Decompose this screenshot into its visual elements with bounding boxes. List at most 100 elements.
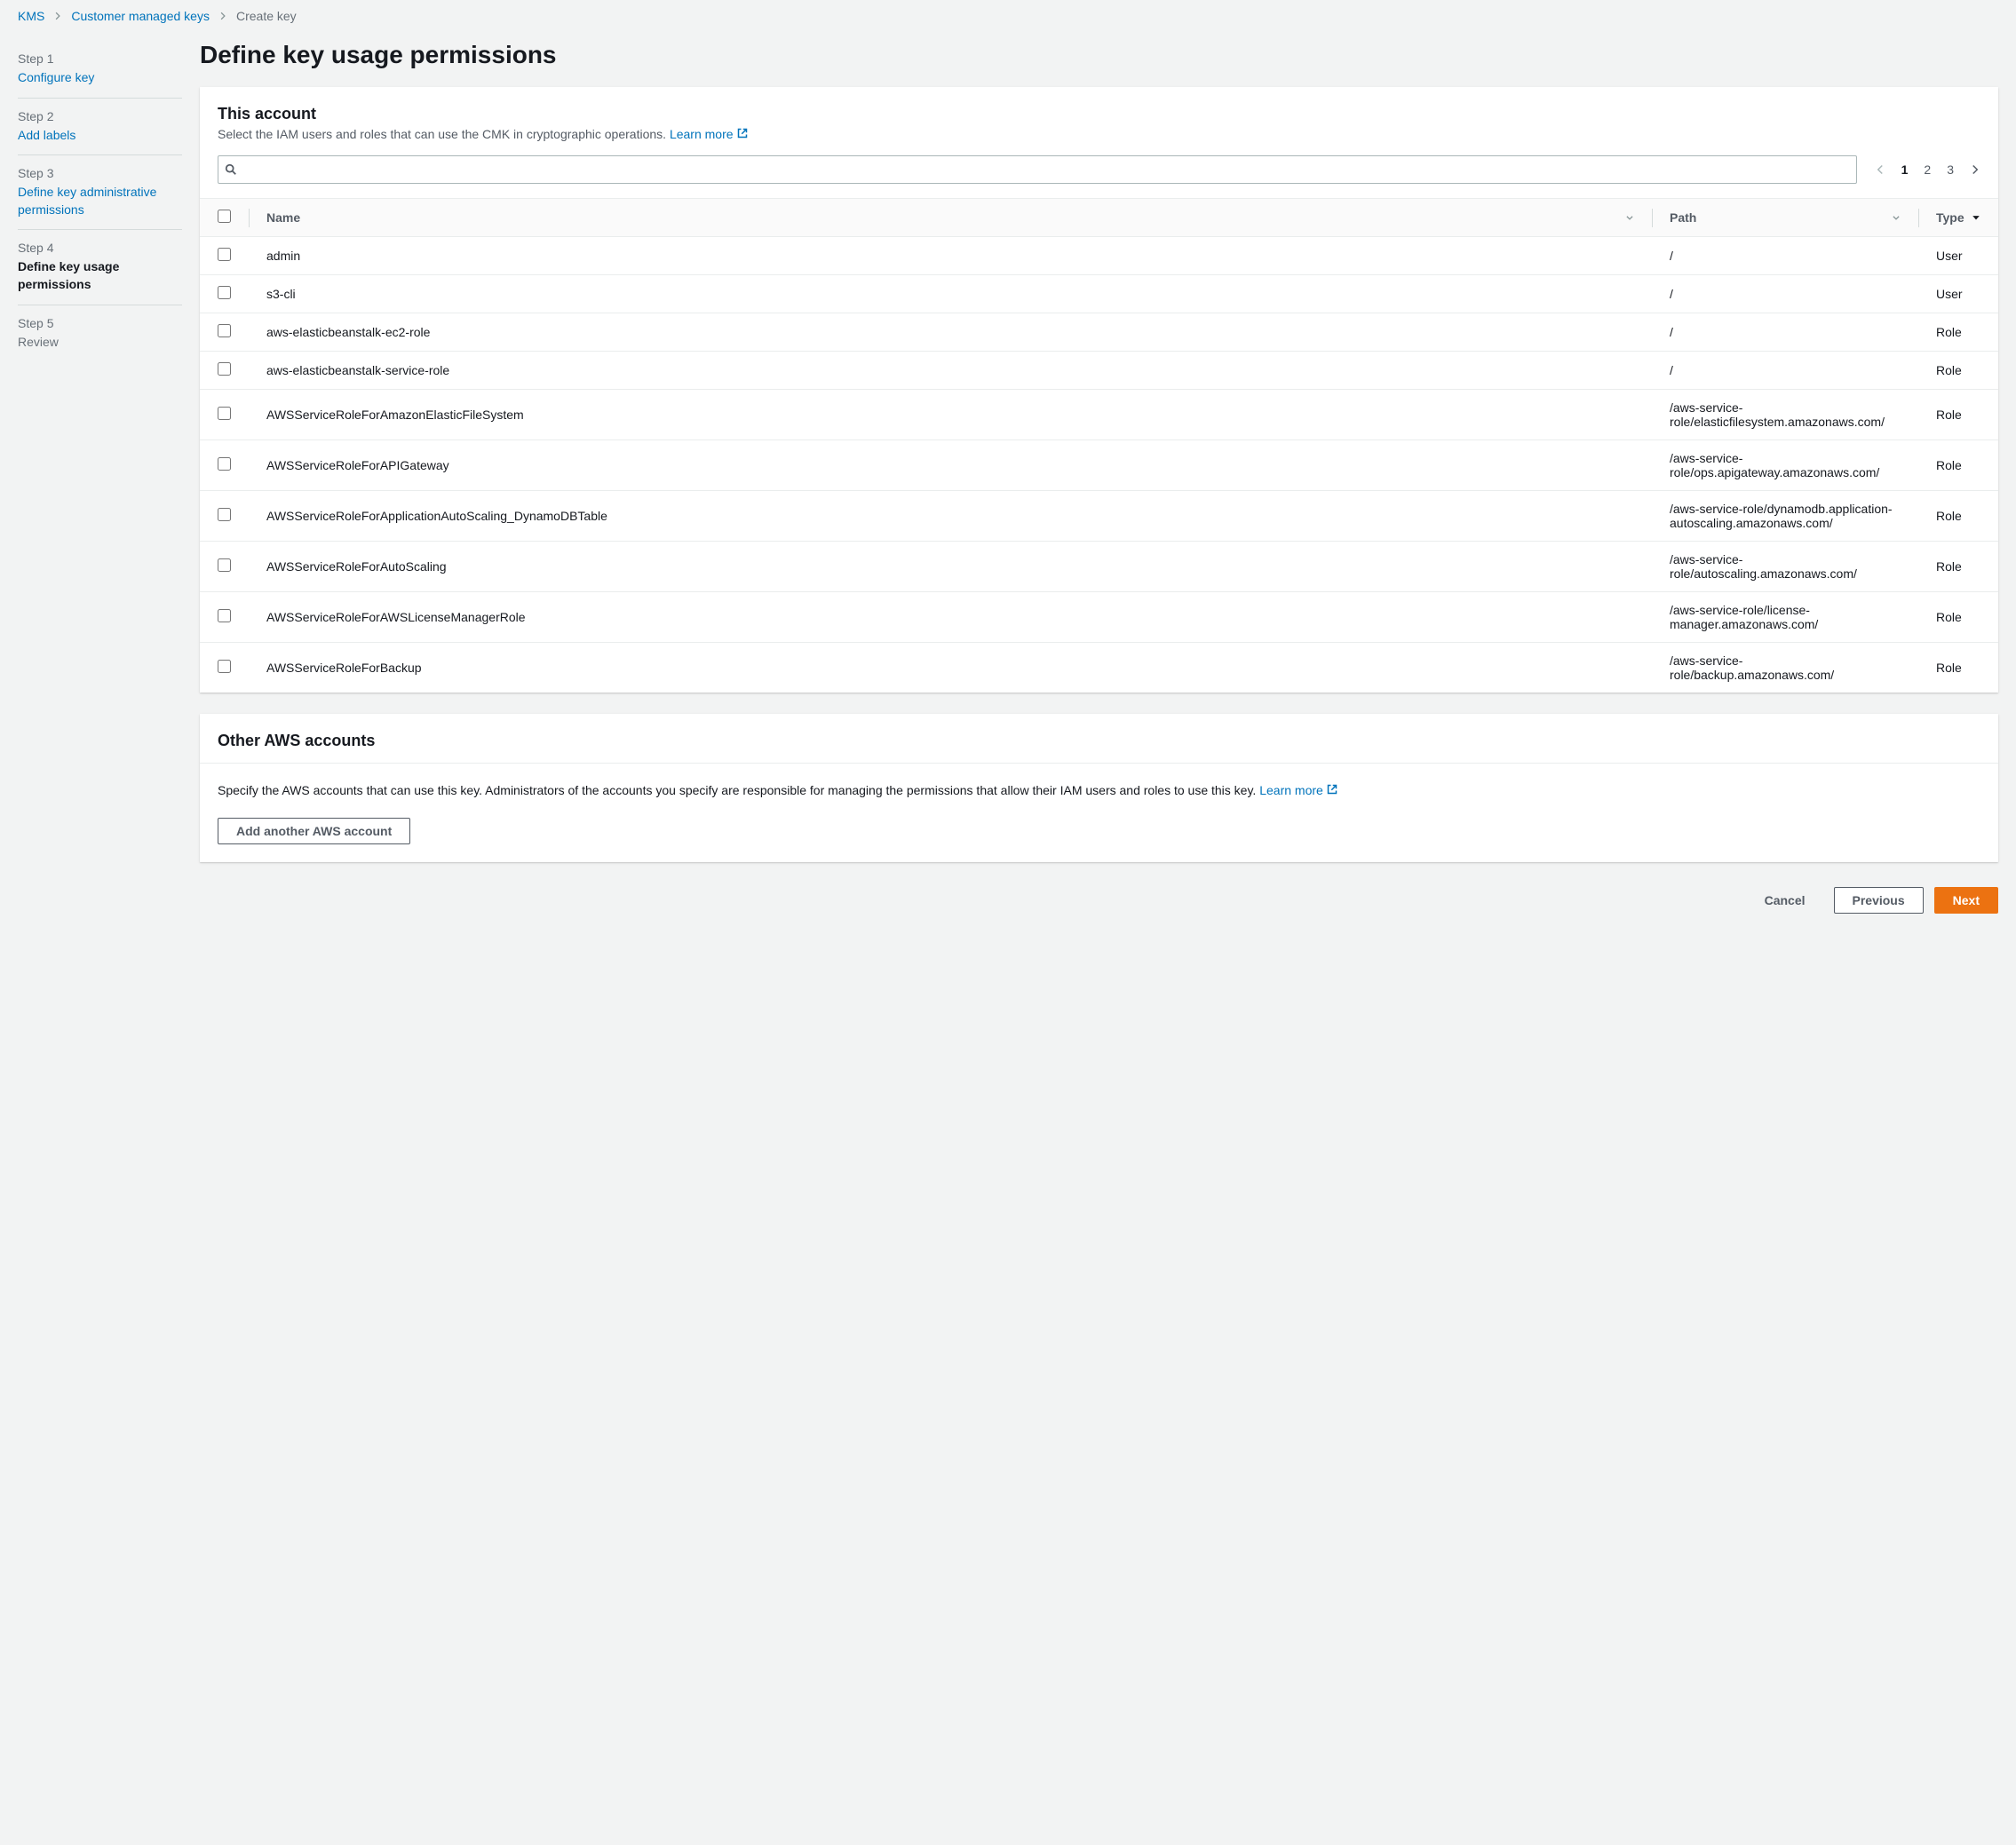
- row-name: aws-elasticbeanstalk-service-role: [249, 352, 1652, 390]
- table-row: AWSServiceRoleForAutoScaling/aws-service…: [200, 542, 1998, 592]
- breadcrumb-customer-managed-keys[interactable]: Customer managed keys: [71, 9, 210, 23]
- row-checkbox[interactable]: [218, 362, 231, 376]
- row-name: s3-cli: [249, 275, 1652, 313]
- row-path: /aws-service-role/autoscaling.amazonaws.…: [1652, 542, 1918, 592]
- column-name[interactable]: Name: [249, 199, 1652, 237]
- step-5-label: Step 5: [18, 316, 182, 330]
- sort-desc-icon: [1972, 210, 1980, 225]
- row-type: Role: [1918, 643, 1998, 693]
- table-row: AWSServiceRoleForApplicationAutoScaling_…: [200, 491, 1998, 542]
- row-name: AWSServiceRoleForAmazonElasticFileSystem: [249, 390, 1652, 440]
- row-path: /aws-service-role/backup.amazonaws.com/: [1652, 643, 1918, 693]
- row-type: Role: [1918, 352, 1998, 390]
- row-checkbox[interactable]: [218, 407, 231, 420]
- sort-icon: [1625, 210, 1634, 225]
- row-name: admin: [249, 237, 1652, 275]
- row-checkbox[interactable]: [218, 660, 231, 673]
- learn-more-link[interactable]: Learn more: [1259, 781, 1337, 800]
- row-checkbox[interactable]: [218, 457, 231, 471]
- table-row: AWSServiceRoleForAWSLicenseManagerRole/a…: [200, 592, 1998, 643]
- pagination-page-2[interactable]: 2: [1924, 162, 1931, 177]
- chevron-right-icon: [218, 9, 227, 23]
- table-row: admin/User: [200, 237, 1998, 275]
- pagination: 1 2 3: [1875, 162, 1980, 177]
- step-2-label: Step 2: [18, 109, 182, 123]
- external-link-icon: [737, 127, 748, 141]
- step-1[interactable]: Step 1 Configure key: [18, 41, 182, 99]
- step-1-title: Configure key: [18, 69, 182, 87]
- step-3-label: Step 3: [18, 166, 182, 180]
- row-checkbox[interactable]: [218, 248, 231, 261]
- column-type[interactable]: Type: [1918, 199, 1998, 237]
- step-2-title: Add labels: [18, 127, 182, 145]
- row-path: /: [1652, 313, 1918, 352]
- this-account-panel: This account Select the IAM users and ro…: [200, 87, 1998, 693]
- page-title: Define key usage permissions: [200, 41, 1998, 69]
- external-link-icon: [1327, 781, 1337, 800]
- breadcrumb: KMS Customer managed keys Create key: [0, 0, 2016, 32]
- step-4-label: Step 4: [18, 241, 182, 255]
- row-name: AWSServiceRoleForAWSLicenseManagerRole: [249, 592, 1652, 643]
- row-type: Role: [1918, 440, 1998, 491]
- wizard-steps: Step 1 Configure key Step 2 Add labels S…: [0, 32, 200, 1827]
- step-5: Step 5 Review: [18, 305, 182, 362]
- row-path: /aws-service-role/dynamodb.application-a…: [1652, 491, 1918, 542]
- step-3[interactable]: Step 3 Define key administrative permiss…: [18, 155, 182, 230]
- row-type: Role: [1918, 491, 1998, 542]
- row-name: AWSServiceRoleForAutoScaling: [249, 542, 1652, 592]
- row-path: /: [1652, 352, 1918, 390]
- this-account-title: This account: [218, 105, 1980, 123]
- learn-more-link[interactable]: Learn more: [670, 127, 748, 141]
- table-row: aws-elasticbeanstalk-ec2-role/Role: [200, 313, 1998, 352]
- pagination-page-1[interactable]: 1: [1901, 162, 1909, 177]
- row-checkbox[interactable]: [218, 286, 231, 299]
- row-type: User: [1918, 275, 1998, 313]
- row-name: AWSServiceRoleForApplicationAutoScaling_…: [249, 491, 1652, 542]
- row-path: /: [1652, 237, 1918, 275]
- select-all-header: [200, 199, 249, 237]
- row-name: AWSServiceRoleForAPIGateway: [249, 440, 1652, 491]
- row-path: /aws-service-role/license-manager.amazon…: [1652, 592, 1918, 643]
- other-accounts-title: Other AWS accounts: [218, 732, 1980, 750]
- row-path: /aws-service-role/elasticfilesystem.amaz…: [1652, 390, 1918, 440]
- row-type: Role: [1918, 313, 1998, 352]
- step-5-title: Review: [18, 334, 182, 352]
- principals-table: Name Path: [200, 198, 1998, 693]
- step-1-label: Step 1: [18, 51, 182, 66]
- table-row: AWSServiceRoleForAmazonElasticFileSystem…: [200, 390, 1998, 440]
- row-path: /: [1652, 275, 1918, 313]
- pagination-prev[interactable]: [1875, 164, 1885, 175]
- search-input[interactable]: [218, 155, 1857, 184]
- row-name: AWSServiceRoleForBackup: [249, 643, 1652, 693]
- table-row: AWSServiceRoleForBackup/aws-service-role…: [200, 643, 1998, 693]
- pagination-page-3[interactable]: 3: [1947, 162, 1954, 177]
- add-another-account-button[interactable]: Add another AWS account: [218, 818, 410, 844]
- step-4-title: Define key usage permissions: [18, 258, 182, 293]
- column-path[interactable]: Path: [1652, 199, 1918, 237]
- row-path: /aws-service-role/ops.apigateway.amazona…: [1652, 440, 1918, 491]
- previous-button[interactable]: Previous: [1834, 887, 1924, 914]
- other-accounts-description: Specify the AWS accounts that can use th…: [218, 781, 1980, 800]
- footer-actions: Cancel Previous Next: [200, 883, 1998, 931]
- next-button[interactable]: Next: [1934, 887, 1998, 914]
- breadcrumb-kms[interactable]: KMS: [18, 9, 44, 23]
- breadcrumb-create-key: Create key: [236, 9, 297, 23]
- row-type: User: [1918, 237, 1998, 275]
- step-2[interactable]: Step 2 Add labels: [18, 99, 182, 156]
- cancel-button[interactable]: Cancel: [1747, 888, 1823, 913]
- row-checkbox[interactable]: [218, 508, 231, 521]
- row-checkbox[interactable]: [218, 609, 231, 622]
- table-row: aws-elasticbeanstalk-service-role/Role: [200, 352, 1998, 390]
- pagination-next[interactable]: [1970, 164, 1980, 175]
- other-accounts-panel: Other AWS accounts Specify the AWS accou…: [200, 714, 1998, 862]
- table-row: AWSServiceRoleForAPIGateway/aws-service-…: [200, 440, 1998, 491]
- step-4: Step 4 Define key usage permissions: [18, 230, 182, 305]
- row-checkbox[interactable]: [218, 324, 231, 337]
- row-type: Role: [1918, 542, 1998, 592]
- row-checkbox[interactable]: [218, 558, 231, 572]
- row-name: aws-elasticbeanstalk-ec2-role: [249, 313, 1652, 352]
- chevron-right-icon: [53, 9, 62, 23]
- sort-icon: [1892, 210, 1901, 225]
- row-type: Role: [1918, 592, 1998, 643]
- select-all-checkbox[interactable]: [218, 210, 231, 223]
